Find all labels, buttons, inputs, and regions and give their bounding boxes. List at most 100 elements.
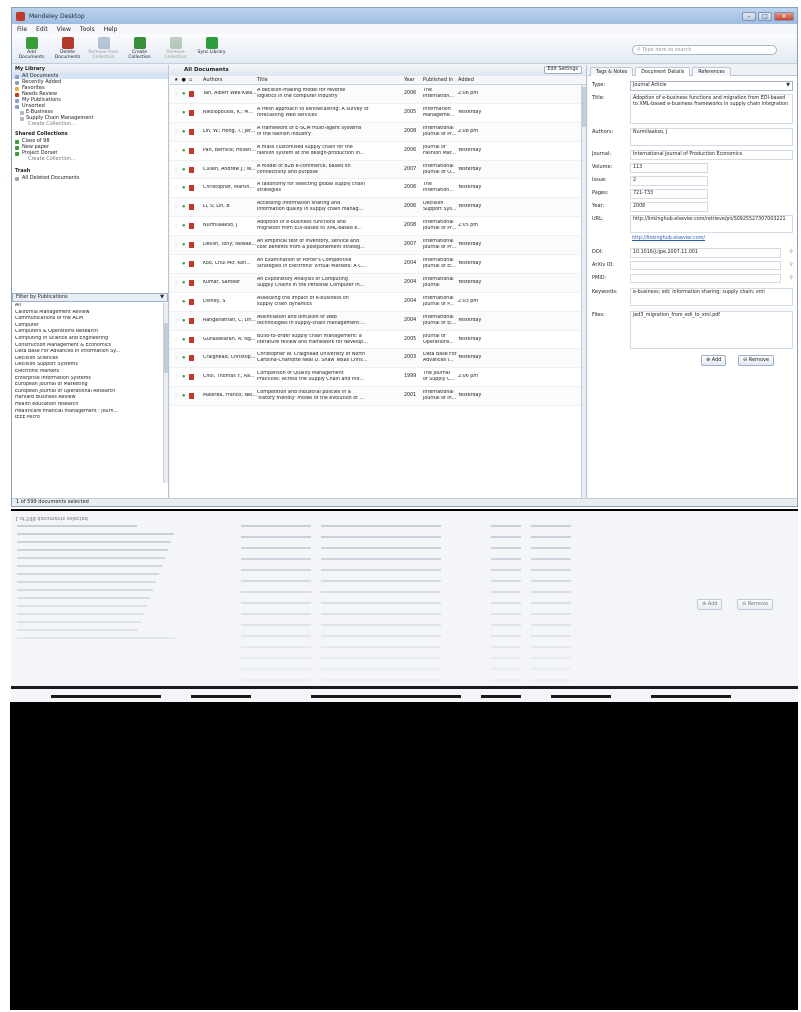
filter-item[interactable]: Computers & Operations Research xyxy=(12,329,169,336)
unread-dot-icon[interactable]: • xyxy=(181,336,185,343)
filter-item[interactable]: Decision Support Systems xyxy=(12,362,169,369)
year-input[interactable]: 2008 xyxy=(630,202,708,212)
star-icon[interactable]: ☆ xyxy=(174,337,178,343)
filter-item[interactable]: Data Base For Advances In Information Sy… xyxy=(12,349,169,356)
volume-input[interactable]: 113 xyxy=(630,163,708,173)
url-input[interactable]: http://linkinghub.elsevier.com/retrieve/… xyxy=(630,215,793,233)
remove-file-button[interactable]: ⊖ Remove xyxy=(738,355,775,366)
filter-dropdown[interactable]: Filter by Publications ▼ xyxy=(12,293,168,302)
table-row[interactable]: ☆ • Kumar, Sameer An Exploratory Analysis o… xyxy=(170,273,586,293)
add-file-button[interactable]: ⊕ Add xyxy=(701,355,727,366)
filter-scrollbar[interactable] xyxy=(163,303,168,483)
sidebar-item-deleted-documents[interactable]: All Deleted Documents xyxy=(12,175,168,181)
url-link-text[interactable]: http://linkinghub.elsevier.com/ xyxy=(632,236,705,241)
filter-item[interactable]: Electronic Markets xyxy=(12,369,169,376)
star-icon[interactable]: ☆ xyxy=(174,299,178,305)
pdf-icon[interactable] xyxy=(188,336,194,343)
filter-item[interactable]: Communications of the ACM xyxy=(12,316,169,323)
unread-dot-icon[interactable]: • xyxy=(181,374,185,381)
maximize-button[interactable]: □ xyxy=(758,11,772,21)
star-icon[interactable]: ☆ xyxy=(174,261,178,267)
toolbar-button-delete-documents[interactable]: Delete Documents xyxy=(52,37,83,60)
tab-references[interactable]: References xyxy=(692,67,731,76)
header-authors[interactable]: Authors xyxy=(203,76,257,84)
star-icon[interactable]: ☆ xyxy=(174,91,178,97)
pdf-icon[interactable] xyxy=(188,185,194,192)
edit-settings-button[interactable]: Edit Settings xyxy=(543,66,582,74)
toolbar-button-remove-from-collection[interactable]: Remove from Collection xyxy=(88,37,119,60)
filter-item[interactable]: California Management Review xyxy=(12,310,169,317)
table-row[interactable]: ☆ • Malerba, Franco; Nel... Competition and… xyxy=(170,387,586,407)
table-row[interactable]: ☆ • Christopher, Martin... A taxonomy for s… xyxy=(170,179,586,199)
journal-input[interactable]: International Journal of Production Econ… xyxy=(630,150,793,160)
toolbar-button-sync-library[interactable]: Sync Library xyxy=(196,37,227,60)
star-icon[interactable]: ☆ xyxy=(174,280,178,286)
unread-dot-icon[interactable]: • xyxy=(181,355,185,362)
attachment-column-icon[interactable]: ▫ xyxy=(189,76,192,85)
toolbar-button-create-collection[interactable]: Create Collection xyxy=(124,37,155,60)
pmid-input[interactable] xyxy=(630,274,781,283)
menu-tools[interactable]: Tools xyxy=(80,26,95,33)
tab-document-details[interactable]: Document Details xyxy=(635,67,691,76)
filter-item[interactable]: Computing in Science and Engineering xyxy=(12,336,169,343)
table-row[interactable]: ☆ • Cullen, Andrew J.; W... A model of B2B … xyxy=(170,160,586,180)
table-row[interactable]: ☆ • Disney, S Assessing the impact of e-bus… xyxy=(170,293,586,312)
magnifier-icon[interactable]: ⚲ xyxy=(789,275,793,281)
files-list[interactable]: jed3_migration_from_edi_to_xml.pdf xyxy=(630,311,793,349)
url-link[interactable]: http://linkinghub.elsevier.com/ xyxy=(630,236,793,245)
pdf-icon[interactable] xyxy=(188,166,194,173)
authors-input[interactable]: Nurmilaakso, J xyxy=(630,128,793,146)
star-icon[interactable]: ☆ xyxy=(174,318,178,324)
star-icon[interactable]: ☆ xyxy=(174,167,178,173)
menu-help[interactable]: Help xyxy=(104,26,118,33)
star-icon[interactable]: ☆ xyxy=(174,223,178,229)
pdf-icon[interactable] xyxy=(188,147,194,154)
star-icon[interactable]: ☆ xyxy=(174,185,178,191)
star-column-icon[interactable]: ★ xyxy=(174,76,178,85)
filter-item[interactable]: Decision Sciences xyxy=(12,356,169,363)
title-input[interactable]: Adoption of e-business functions and mig… xyxy=(630,94,793,124)
filter-item[interactable]: Construction Management & Economics xyxy=(12,343,169,350)
toolbar-button-add-documents[interactable]: Add Documents xyxy=(16,37,47,60)
magnifier-icon[interactable]: ⚲ xyxy=(789,262,793,268)
pdf-icon[interactable] xyxy=(188,298,194,305)
unread-dot-icon[interactable]: • xyxy=(181,317,185,324)
magnifier-icon[interactable]: ⚲ xyxy=(789,249,793,255)
filter-item[interactable]: Computer xyxy=(12,323,169,330)
filter-item[interactable]: European Journal of Operational Research xyxy=(12,389,169,396)
shared-create-collection-link[interactable]: Create Collection... xyxy=(12,156,168,162)
pdf-icon[interactable] xyxy=(188,223,194,230)
pdf-icon[interactable] xyxy=(188,374,194,381)
pdf-icon[interactable] xyxy=(188,317,194,324)
filter-item[interactable]: Enterprise Information Systems xyxy=(12,376,169,383)
issue-input[interactable]: 2 xyxy=(630,176,708,186)
table-row[interactable]: ☆ • Craighead, Christop... Christopher W. C… xyxy=(170,349,586,369)
unread-dot-icon[interactable]: • xyxy=(181,279,185,286)
filter-item[interactable]: Health education research xyxy=(12,402,169,409)
header-year[interactable]: Year xyxy=(404,76,423,84)
header-title[interactable]: Title xyxy=(257,76,404,84)
unread-dot-icon[interactable]: • xyxy=(181,204,185,211)
filter-item[interactable]: European Journal of Marketing xyxy=(12,382,169,389)
unread-dot-icon[interactable]: • xyxy=(181,109,185,116)
pdf-icon[interactable] xyxy=(188,242,194,249)
unread-dot-icon[interactable]: • xyxy=(181,242,185,249)
unread-dot-icon[interactable]: • xyxy=(181,393,185,400)
filter-item[interactable]: IEEE Micro xyxy=(12,415,169,422)
pdf-icon[interactable] xyxy=(188,393,194,400)
table-row[interactable]: ☆ • Li, S; Lin, B Accessing information sha… xyxy=(170,198,586,218)
filter-item-all[interactable]: All xyxy=(12,303,169,310)
star-icon[interactable]: ☆ xyxy=(174,148,178,154)
pdf-icon[interactable] xyxy=(188,279,194,286)
table-row[interactable]: ☆ • Gunasekaran, A; Ng... Build-to-order su… xyxy=(170,331,586,350)
create-collection-link[interactable]: Create Collection... xyxy=(12,121,168,127)
close-button[interactable]: ✕ xyxy=(774,11,794,21)
pdf-icon[interactable] xyxy=(188,109,194,116)
table-row[interactable]: ☆ • Lin, W.; Hong, T.; Jer... A framework o… xyxy=(170,122,586,142)
tab-tags-notes[interactable]: Tags & Notes xyxy=(590,67,634,76)
table-row[interactable]: ☆ • Choi, Thomas Y.; Ra... Comparison of Qu… xyxy=(170,368,586,388)
table-row[interactable]: ☆ • Ranganathan, C; Dh... Assimilation and … xyxy=(170,311,586,331)
header-published-in[interactable]: Published In xyxy=(423,76,458,84)
menu-edit[interactable]: Edit xyxy=(36,26,48,33)
unread-dot-icon[interactable]: • xyxy=(181,298,185,305)
